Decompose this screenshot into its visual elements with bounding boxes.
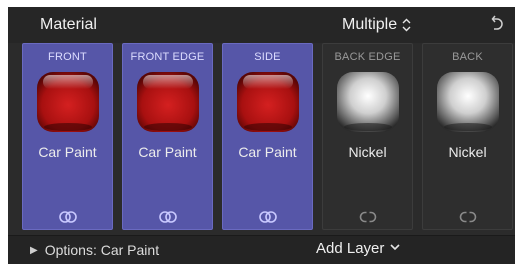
material-swatch[interactable] [435,69,501,135]
layer-card[interactable]: BACK Nickel [422,43,513,230]
panel-footer: ▶ Options: Car Paint Add Layer [8,235,515,264]
layer-card[interactable]: FRONT EDGE Car Paint [122,43,213,230]
panel-title: Material [40,16,97,33]
material-name: Car Paint [238,144,297,160]
material-name: Car Paint [38,144,97,160]
layer-label: FRONT [48,51,87,63]
undo-arrow-icon[interactable] [486,13,508,35]
material-selector-value: Multiple [342,16,398,33]
panel-header: Material Multiple [8,7,515,43]
layer-card[interactable]: FRONT Car Paint [22,43,113,230]
material-name: Car Paint [138,144,197,160]
layer-label: BACK [452,51,483,63]
add-layer-label: Add Layer [316,240,385,257]
layer-cards: FRONT Car Paint FRONT EDGE Car Paint SID… [22,43,513,231]
layer-label: SIDE [254,51,281,63]
material-swatch[interactable] [235,69,301,135]
linked-icon[interactable] [155,210,181,224]
disclosure-triangle-icon: ▶ [30,244,38,256]
chevron-down-icon [390,243,400,254]
material-swatch[interactable] [135,69,201,135]
options-disclosure[interactable]: ▶ Options: Car Paint [30,242,159,258]
material-name: Nickel [348,144,387,160]
layer-label: FRONT EDGE [130,51,205,63]
material-swatch[interactable] [335,69,401,135]
material-panel: Material Multiple FRONT Car Paint FRONT … [8,7,515,264]
unlinked-icon[interactable] [355,210,381,224]
layer-card[interactable]: BACK EDGE Nickel [322,43,413,230]
options-label: Options: Car Paint [44,242,160,258]
linked-icon[interactable] [255,210,281,224]
layer-label: BACK EDGE [334,51,401,63]
material-swatch[interactable] [35,69,101,135]
add-layer-button[interactable]: Add Layer [316,240,400,257]
up-down-chevron-icon [402,18,411,33]
layer-card[interactable]: SIDE Car Paint [222,43,313,230]
material-selector[interactable]: Multiple [342,16,411,34]
material-name: Nickel [448,144,487,160]
linked-icon[interactable] [55,210,81,224]
unlinked-icon[interactable] [455,210,481,224]
